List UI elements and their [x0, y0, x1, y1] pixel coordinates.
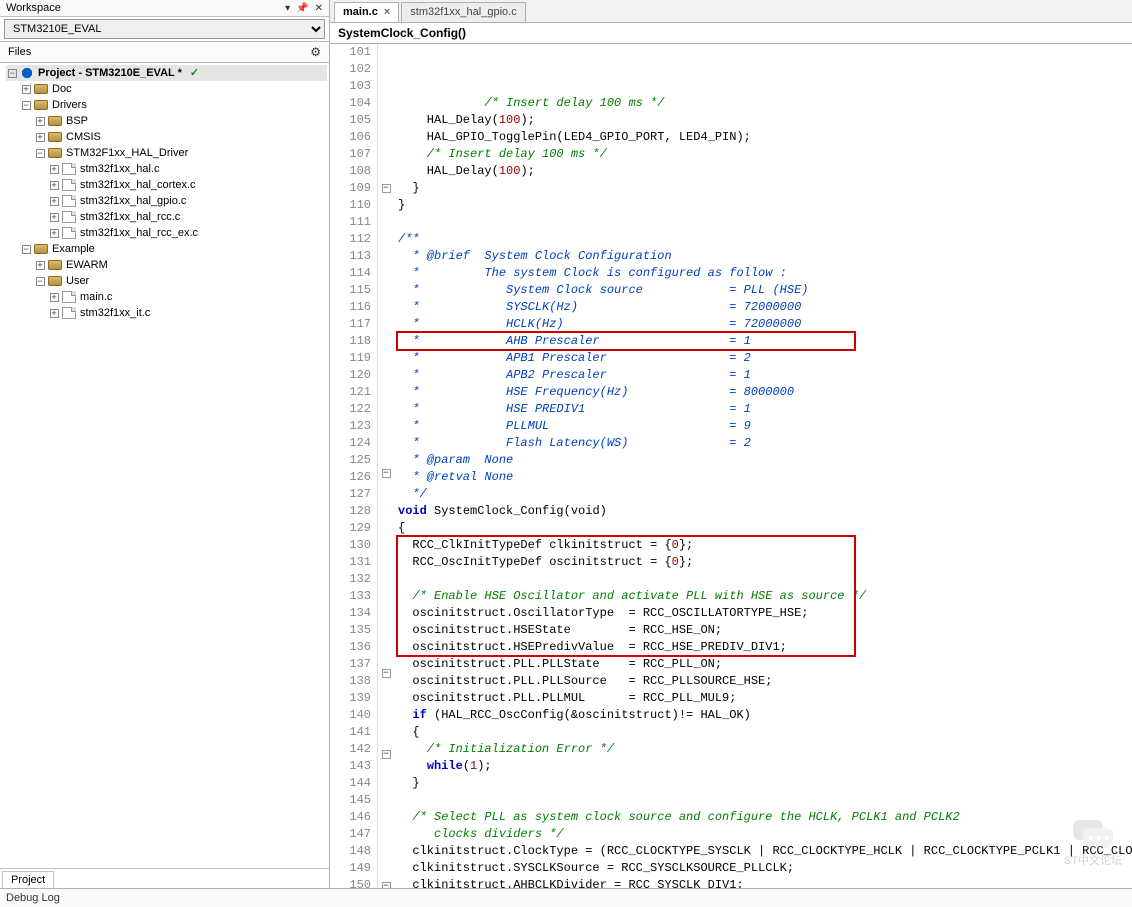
tree-node[interactable]: + stm32f1xx_hal_rcc.c [48, 209, 327, 225]
twisty-icon[interactable]: + [34, 113, 46, 129]
tree-label: User [66, 273, 89, 289]
tree-label: Example [52, 241, 95, 257]
tab-label: main.c [343, 6, 378, 18]
tree-node[interactable]: + stm32f1xx_it.c [48, 305, 327, 321]
tree-label: stm32f1xx_hal_rcc_ex.c [80, 225, 198, 241]
tree-node[interactable]: + Doc [20, 81, 327, 97]
file-icon [62, 179, 76, 191]
workspace-config-select[interactable]: STM3210E_EVAL [4, 19, 325, 39]
tree-node[interactable]: + BSP [34, 113, 327, 129]
tree-node[interactable]: + CMSIS [34, 129, 327, 145]
tree-label: stm32f1xx_hal.c [80, 161, 159, 177]
tree-label: stm32f1xx_hal_gpio.c [80, 193, 186, 209]
twisty-icon[interactable]: + [48, 193, 60, 209]
tree-node[interactable]: + stm32f1xx_hal.c [48, 161, 327, 177]
tree-label: main.c [80, 289, 112, 305]
line-number-gutter: 101 102 103 104 105 106 107 108 109 110 … [330, 44, 378, 888]
twisty-icon[interactable]: + [48, 305, 60, 321]
editor-tab[interactable]: main.c × [334, 2, 399, 22]
folder-icon [48, 260, 62, 270]
debug-log-label: Debug Log [6, 892, 60, 904]
workspace-window-controls: ▾ 📌 ✕ [285, 3, 323, 14]
twisty-icon[interactable]: + [20, 81, 32, 97]
twisty-icon[interactable]: + [34, 257, 46, 273]
bottom-bar[interactable]: Debug Log [0, 888, 1132, 907]
tab-close-icon[interactable]: × [384, 7, 390, 18]
twisty-icon[interactable]: + [48, 209, 60, 225]
folder-icon [48, 132, 62, 142]
file-icon [62, 163, 76, 175]
twisty-icon[interactable]: − [34, 273, 46, 289]
folder-icon [48, 116, 62, 126]
tree-label: stm32f1xx_it.c [80, 305, 150, 321]
tree-node[interactable]: − STM32F1xx_HAL_Driver + stm32f1xx_hal.c + st… [34, 145, 327, 241]
twisty-icon[interactable]: + [48, 161, 60, 177]
tree-node[interactable]: −Example+EWARM−User+main.c+stm32f1xx_it.… [20, 241, 327, 321]
gear-icon[interactable]: ⚙ [310, 45, 321, 59]
tree-label: EWARM [66, 257, 108, 273]
workspace-panel: Workspace ▾ 📌 ✕ STM3210E_EVAL Files ⚙ − P… [0, 0, 330, 888]
file-icon [62, 211, 76, 223]
tree-label: Drivers [52, 97, 87, 113]
tree-root[interactable]: −Project - STM3210E_EVAL *+Doc−Drivers+B… [6, 65, 327, 321]
tree-label: BSP [66, 113, 88, 129]
tree-node[interactable]: + main.c [48, 289, 327, 305]
twisty-icon[interactable]: + [48, 225, 60, 241]
files-header: Files ⚙ [0, 42, 329, 63]
twisty-icon[interactable]: + [34, 129, 46, 145]
tree-label: STM32F1xx_HAL_Driver [66, 145, 188, 161]
workspace-bottom-tabs: Project [0, 868, 329, 888]
workspace-title: Workspace [6, 2, 61, 14]
twisty-icon[interactable]: − [20, 97, 32, 113]
close-icon[interactable]: ✕ [315, 3, 323, 14]
tree-node[interactable]: + EWARM [34, 257, 327, 273]
app-root: Workspace ▾ 📌 ✕ STM3210E_EVAL Files ⚙ − P… [0, 0, 1132, 907]
tree-node[interactable]: −Drivers+BSP+CMSIS−STM32F1xx_HAL_Driver+… [20, 97, 327, 241]
pin-icon[interactable]: 📌 [296, 3, 308, 14]
workspace-titlebar: Workspace ▾ 📌 ✕ [0, 0, 329, 17]
dropdown-icon[interactable]: ▾ [285, 3, 290, 14]
breadcrumb[interactable]: SystemClock_Config() [330, 23, 1132, 44]
folder-icon [48, 276, 62, 286]
folder-icon [34, 244, 48, 254]
file-icon [62, 195, 76, 207]
editor-panel: main.c × stm32f1xx_hal_gpio.c SystemClock_… [330, 0, 1132, 888]
code-area[interactable]: 101 102 103 104 105 106 107 108 109 110 … [330, 44, 1132, 888]
fold-column[interactable]: −−−−− [378, 44, 394, 888]
code-text[interactable]: /* Insert delay 100 ms */ HAL_Delay(100)… [394, 44, 1132, 888]
project-tab[interactable]: Project [2, 871, 54, 888]
tree-node[interactable]: − User + main.c + stm32f1xx_it.c [34, 273, 327, 321]
tree-label: stm32f1xx_hal_cortex.c [80, 177, 196, 193]
twisty-icon[interactable]: + [48, 289, 60, 305]
twisty-icon[interactable]: − [20, 241, 32, 257]
twisty-icon[interactable]: − [34, 145, 46, 161]
editor-tabs: main.c × stm32f1xx_hal_gpio.c [330, 0, 1132, 23]
twisty-icon[interactable]: + [48, 177, 60, 193]
tree-label: Doc [52, 81, 72, 97]
folder-icon [34, 84, 48, 94]
project-tree[interactable]: −Project - STM3210E_EVAL *+Doc−Drivers+B… [0, 63, 329, 868]
main-area: Workspace ▾ 📌 ✕ STM3210E_EVAL Files ⚙ − P… [0, 0, 1132, 888]
files-label: Files [8, 46, 31, 58]
tree-node[interactable]: + stm32f1xx_hal_rcc_ex.c [48, 225, 327, 241]
workspace-select-wrap: STM3210E_EVAL [0, 17, 329, 42]
tree-node[interactable]: + stm32f1xx_hal_gpio.c [48, 193, 327, 209]
folder-icon [34, 100, 48, 110]
tree-label: stm32f1xx_hal_rcc.c [80, 209, 180, 225]
check-icon [184, 65, 199, 81]
file-icon [62, 291, 76, 303]
project-icon [20, 67, 34, 79]
tree-node[interactable]: + stm32f1xx_hal_cortex.c [48, 177, 327, 193]
file-icon [62, 227, 76, 239]
tree-label: CMSIS [66, 129, 101, 145]
editor-tab[interactable]: stm32f1xx_hal_gpio.c [401, 2, 525, 22]
file-icon [62, 307, 76, 319]
watermark: ST中文论坛 [1064, 816, 1122, 868]
folder-icon [48, 148, 62, 158]
tab-label: stm32f1xx_hal_gpio.c [410, 6, 516, 18]
